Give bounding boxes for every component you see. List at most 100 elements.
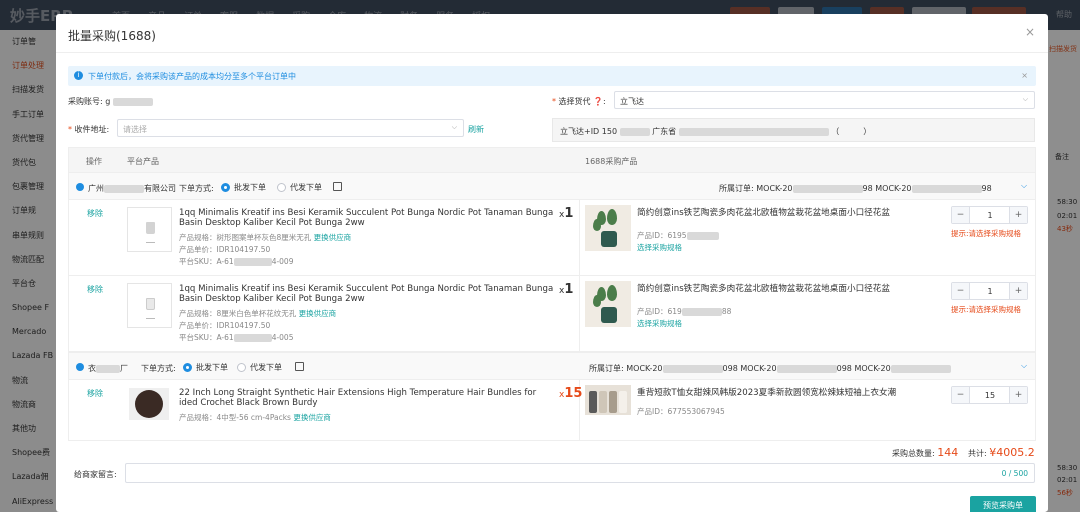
total-qty: 采购总数量: 144	[892, 446, 958, 459]
radio-checked-icon	[221, 183, 230, 192]
stepper-value[interactable]: 1	[971, 211, 1009, 220]
product-title: 1qq Minimalis Kreatif ins Besi Keramik S…	[179, 208, 554, 228]
plant-image	[607, 209, 617, 225]
receiver-select[interactable]: 请选择 ⌵	[117, 119, 464, 137]
minus-button[interactable]: −	[952, 207, 970, 223]
close-icon[interactable]: ×	[1024, 26, 1036, 38]
notice-text: 下单付款后，会将采购该产品的成本均分至多个平台订单中	[88, 72, 296, 81]
radio-label: 批发下单	[234, 183, 266, 192]
orders-label: 所属订单:	[589, 364, 624, 373]
minus-button[interactable]: −	[952, 283, 970, 299]
plus-button[interactable]: +	[1009, 207, 1027, 223]
forwarder-label: * 选择货代 ❓:	[552, 96, 606, 107]
radio-label: 代发下单	[290, 183, 322, 192]
column-divider	[579, 276, 580, 351]
plus-button[interactable]: +	[1009, 387, 1027, 403]
remove-button[interactable]: 移除	[87, 208, 103, 219]
radio-wholesale[interactable]: 批发下单	[183, 362, 228, 373]
vase-image	[601, 231, 617, 247]
redacted-block	[911, 184, 982, 193]
notice-close-icon[interactable]: ×	[1021, 71, 1028, 80]
total-amount: 共计: ¥4005.2	[968, 446, 1035, 459]
radio-unchecked-icon	[277, 183, 286, 192]
refresh-link[interactable]: 刷新	[468, 124, 484, 135]
address-value: 立飞达+ID 150 广东省 （ ）	[560, 126, 871, 137]
order-mode-label: 下单方式:	[141, 364, 176, 373]
product-qty: x1	[559, 206, 573, 221]
hair-image	[135, 390, 163, 418]
source-product-thumbnail	[585, 205, 631, 251]
preview-purchase-order-button[interactable]: 预览采购单	[970, 496, 1036, 512]
quantity-stepper[interactable]: − 1 +	[951, 282, 1028, 300]
minus-button[interactable]: −	[952, 387, 970, 403]
id-text: 产品ID：6195	[637, 231, 687, 240]
shirt-image	[609, 391, 617, 413]
redacted-block	[776, 364, 837, 373]
address-text-2: 广东省	[652, 127, 677, 136]
vase-image	[601, 307, 617, 323]
product-qty: x1	[559, 282, 573, 297]
image-decor	[146, 318, 155, 319]
stepper-value[interactable]: 1	[971, 287, 1009, 296]
table-header: 操作 平台产品 1688采购产品	[69, 148, 1035, 172]
remove-button[interactable]: 移除	[87, 388, 103, 399]
product-sku: 平台SKU：A-61 4-009	[179, 256, 293, 267]
qty-value: 1	[564, 206, 574, 221]
remove-button[interactable]: 移除	[87, 284, 103, 295]
redacted-block	[104, 184, 144, 193]
col-action: 操作	[86, 157, 102, 166]
source-product-id: 产品ID：619 88	[637, 306, 731, 317]
quantity-stepper[interactable]: − 1 +	[951, 206, 1028, 224]
radio-unchecked-icon	[237, 363, 246, 372]
order-id: MOCK-20	[875, 184, 912, 193]
radio-proxy[interactable]: 代发下单	[237, 362, 282, 373]
change-supplier-link[interactable]: 更换供应商	[293, 413, 331, 422]
spec-text: 产品规格：树形图案单杯灰色8厘米无孔	[179, 233, 312, 242]
product-row: 移除 1qq Minimalis Kreatif ins Besi Kerami…	[69, 200, 1035, 276]
supplier-name: 广州 有限公司	[88, 183, 176, 194]
seller-message-label: 给商家留言:	[74, 470, 117, 479]
source-product-id: 产品ID：677553067945	[637, 407, 725, 416]
help-icon: ❓:	[593, 97, 606, 106]
radio-wholesale[interactable]: 批发下单	[221, 182, 266, 193]
stepper-value[interactable]: 15	[971, 391, 1009, 400]
product-title: 22 Inch Long Straight Synthetic Hair Ext…	[179, 388, 537, 408]
redacted-block	[890, 364, 951, 373]
redacted-block	[686, 232, 719, 240]
orders-label: 所属订单:	[719, 184, 754, 193]
purchase-account-label: 采购账号: g	[68, 96, 153, 107]
total-amount-label: 共计:	[968, 449, 987, 458]
forwarder-value: 立飞达	[620, 97, 644, 106]
purchase-table: 操作 平台产品 1688采购产品 广州 有限公司 下单方式: 批发下单 代发下单 …	[68, 147, 1036, 441]
plant-image	[593, 219, 601, 231]
spec-text: 产品规格：8厘米白色单杯花纹无孔	[179, 309, 297, 318]
order-id: MOCK-20	[854, 364, 891, 373]
supplier-name-text: 广州	[88, 184, 104, 193]
quantity-stepper[interactable]: − 15 +	[951, 386, 1028, 404]
redacted-block	[233, 258, 272, 266]
source-product-thumbnail	[585, 281, 631, 327]
select-spec-link[interactable]: 选择采购规格	[637, 318, 682, 329]
copy-icon[interactable]	[333, 182, 342, 191]
redacted-block	[662, 364, 723, 373]
chevron-down-icon[interactable]: ⌵	[1021, 181, 1027, 191]
change-supplier-link[interactable]: 更换供应商	[299, 309, 337, 318]
chevron-down-icon[interactable]: ⌵	[1021, 361, 1027, 371]
radio-proxy[interactable]: 代发下单	[277, 182, 322, 193]
shirt-image	[589, 391, 597, 413]
copy-icon[interactable]	[295, 362, 304, 371]
divider	[56, 52, 1048, 53]
redacted-block	[233, 334, 272, 342]
product-title: 1qq Minimalis Kreatif ins Besi Keramik S…	[179, 284, 554, 304]
redacted-block	[96, 364, 120, 373]
forwarder-select[interactable]: 立飞达 ⌵	[614, 91, 1035, 109]
seller-message-input[interactable]: 0 / 500	[125, 463, 1035, 483]
plus-button[interactable]: +	[1009, 283, 1027, 299]
change-supplier-link[interactable]: 更换供应商	[314, 233, 352, 242]
source-product-id: 产品ID：6195	[637, 230, 719, 241]
forwarder-label-text: 选择货代	[558, 97, 591, 106]
batch-purchase-modal: 批量采购(1688) × i 下单付款后，会将采购该产品的成本均分至多个平台订单…	[56, 14, 1048, 512]
select-spec-link[interactable]: 选择采购规格	[637, 242, 682, 253]
redacted-block	[112, 97, 153, 106]
qty-value: 1	[564, 282, 574, 297]
